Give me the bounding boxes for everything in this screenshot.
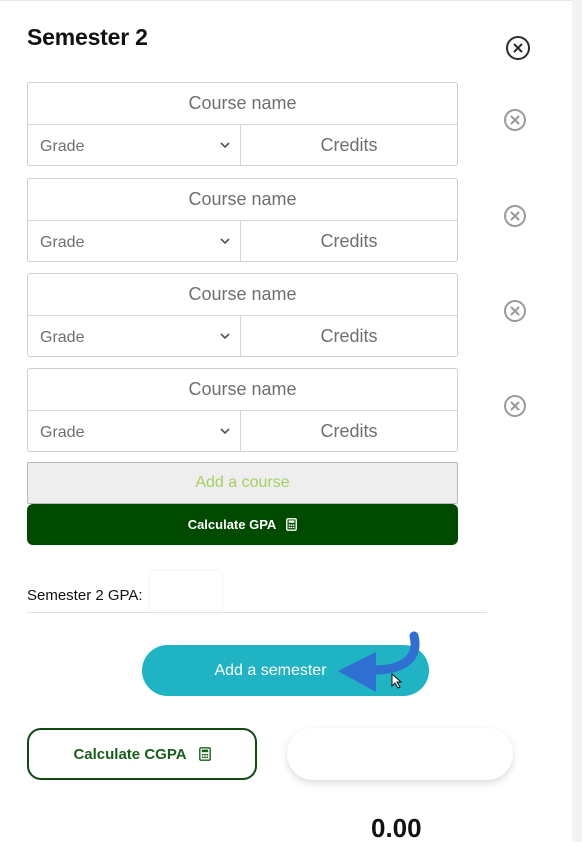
remove-course-button[interactable] bbox=[504, 395, 526, 417]
calculator-icon bbox=[198, 747, 211, 761]
credits-input[interactable] bbox=[241, 125, 457, 166]
course-row: Grade bbox=[27, 368, 458, 452]
credits-input[interactable] bbox=[241, 316, 457, 357]
grade-select[interactable]: Grade bbox=[28, 221, 241, 262]
close-icon bbox=[510, 211, 520, 221]
course-row: Grade bbox=[27, 178, 458, 262]
calculate-cgpa-label: Calculate CGPA bbox=[73, 745, 187, 763]
close-icon bbox=[510, 401, 520, 411]
remove-course-button[interactable] bbox=[504, 109, 526, 131]
cgpa-result-box bbox=[287, 728, 513, 780]
grade-select[interactable]: Grade bbox=[28, 316, 241, 357]
course-row: Grade bbox=[27, 82, 458, 166]
scrollbar-track[interactable] bbox=[572, 0, 582, 842]
chevron-down-icon bbox=[220, 428, 230, 435]
add-course-label: Add a course bbox=[195, 474, 290, 491]
remove-course-button[interactable] bbox=[504, 300, 526, 322]
chevron-down-icon bbox=[220, 333, 230, 340]
top-divider bbox=[0, 0, 572, 1]
course-name-input[interactable] bbox=[28, 274, 457, 316]
semester-title: Semester 2 bbox=[27, 24, 148, 50]
calculate-cgpa-button[interactable]: Calculate CGPA bbox=[27, 728, 257, 780]
semester-gpa-label: Semester 2 GPA: bbox=[27, 587, 143, 604]
grade-select-label: Grade bbox=[40, 234, 85, 251]
calculator-icon bbox=[286, 518, 298, 531]
chevron-down-icon bbox=[220, 142, 230, 149]
close-icon bbox=[510, 306, 520, 316]
close-icon bbox=[513, 43, 523, 53]
grade-select-label: Grade bbox=[40, 329, 85, 346]
add-semester-label: Add a semester bbox=[214, 661, 327, 679]
add-course-button[interactable]: Add a course bbox=[27, 462, 458, 504]
course-name-input[interactable] bbox=[28, 83, 457, 125]
credits-input[interactable] bbox=[241, 221, 457, 262]
course-name-input[interactable] bbox=[28, 179, 457, 221]
grade-select-label: Grade bbox=[40, 424, 85, 441]
cursor-icon bbox=[391, 672, 403, 689]
chevron-down-icon bbox=[220, 238, 230, 245]
calculate-gpa-button[interactable]: Calculate GPA bbox=[27, 504, 458, 545]
arrow-icon bbox=[338, 631, 420, 692]
remove-course-button[interactable] bbox=[504, 205, 526, 227]
calculate-gpa-label: Calculate GPA bbox=[187, 517, 277, 532]
remove-semester-button[interactable] bbox=[506, 36, 530, 60]
course-name-input[interactable] bbox=[28, 369, 457, 411]
semester-gpa-value bbox=[150, 571, 222, 613]
grade-select-label: Grade bbox=[40, 138, 85, 155]
credits-input[interactable] bbox=[241, 411, 457, 452]
gpa-divider bbox=[27, 612, 487, 613]
grade-select[interactable]: Grade bbox=[28, 125, 241, 166]
grade-select[interactable]: Grade bbox=[28, 411, 241, 452]
cgpa-value: 0.00 bbox=[371, 813, 422, 843]
course-row: Grade bbox=[27, 273, 458, 357]
close-icon bbox=[510, 115, 520, 125]
